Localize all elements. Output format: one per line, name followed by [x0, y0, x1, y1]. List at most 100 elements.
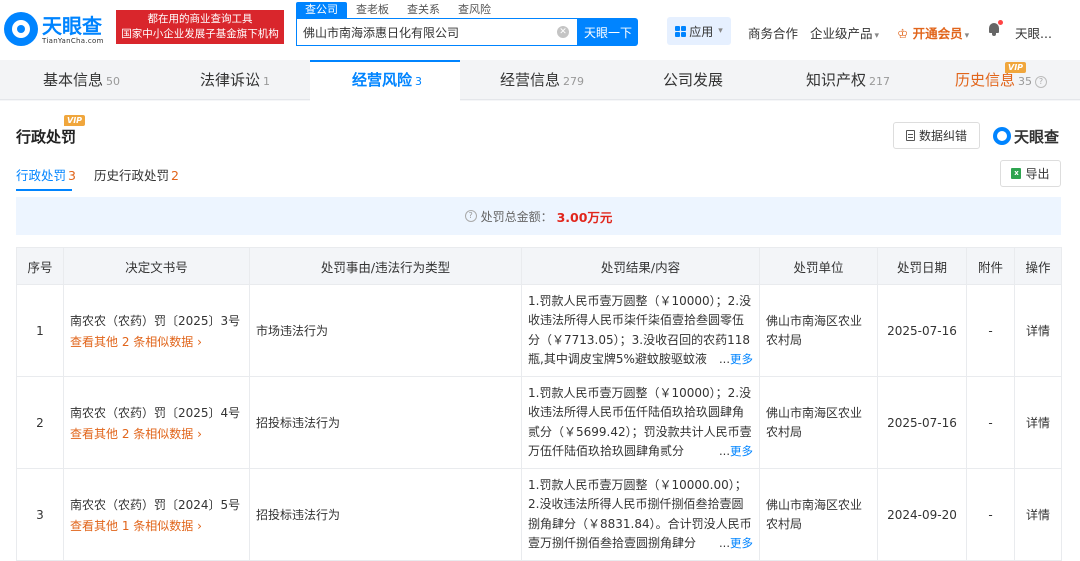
column-header: 决定文书号 — [63, 247, 250, 285]
clear-icon[interactable]: ✕ — [557, 26, 569, 38]
tab-count: 217 — [869, 75, 891, 88]
search-tab-relation[interactable]: 查关系 — [398, 2, 449, 18]
tab-basic-info[interactable]: 基本信息 50 — [43, 60, 120, 100]
tab-count: 35 — [1018, 75, 1033, 88]
tab-development[interactable]: 公司发展 — [663, 60, 723, 100]
table-header-row: 序号 决定文书号 处罚事由/违法行为类型 处罚结果/内容 处罚单位 处罚日期 附… — [16, 247, 1062, 285]
tab-count: 3 — [415, 75, 423, 88]
data-correction-button[interactable]: 数据纠错 — [893, 122, 980, 149]
tab-ip[interactable]: 知识产权 217 — [806, 60, 890, 100]
watermark-name: 天眼查 — [1014, 127, 1060, 146]
attachment-cell: - — [966, 376, 1015, 469]
row-index: 2 — [16, 376, 64, 469]
attachment-cell: - — [966, 284, 1015, 377]
penalty-panel: 行政处罚 VIP 数据纠错 天眼查 行政处罚 3 历史行政处罚 2 x 导出 ? 处… — [0, 101, 1080, 561]
date-cell: 2024-09-20 — [877, 468, 967, 561]
subtab-label: 历史行政处罚 — [93, 168, 169, 183]
vip-label: 开通会员 — [912, 26, 963, 41]
tab-legal[interactable]: 法律诉讼 1 — [200, 60, 270, 100]
penalty-table: 序号 决定文书号 处罚事由/违法行为类型 处罚结果/内容 处罚单位 处罚日期 附… — [16, 247, 1062, 561]
unit-cell: 佛山市南海区农业农村局 — [759, 376, 878, 469]
subtab-admin-penalty[interactable]: 行政处罚 3 — [16, 165, 76, 185]
column-header: 处罚单位 — [759, 247, 878, 285]
search-tab-company[interactable]: 查公司 — [296, 2, 347, 18]
row-index: 3 — [16, 468, 64, 561]
reason-cell: 招投标违法行为 — [249, 468, 522, 561]
data-correction-label: 数据纠错 — [918, 129, 967, 143]
enterprise-label: 企业级产品 — [810, 26, 873, 41]
vip-menu[interactable]: ♔ 开通会员 ▾ — [897, 23, 969, 42]
chevron-down-icon: ▾ — [874, 31, 880, 41]
tab-label: 知识产权 — [806, 71, 867, 89]
subtab-history-penalty[interactable]: 历史行政处罚 2 — [94, 165, 179, 185]
similar-data-link[interactable]: 查看其他 2 条相似数据 › — [70, 427, 202, 441]
summary-amount: 3.00万元 — [556, 209, 613, 225]
chevron-down-icon: ▾ — [964, 31, 970, 41]
penalty-summary: ? 处罚总金额： 3.00万元 — [16, 197, 1061, 235]
date-cell: 2025-07-16 — [877, 376, 967, 469]
doc-number[interactable]: 南农农（农药）罚〔2024〕5号 — [70, 496, 243, 513]
tab-business-risk[interactable]: 经营风险 3 — [352, 60, 422, 100]
more-link[interactable]: ...更多 — [705, 533, 753, 553]
detail-link[interactable]: 详情 — [1014, 376, 1062, 469]
tab-history[interactable]: 历史信息 35? — [955, 60, 1048, 100]
column-header: 处罚结果/内容 — [521, 247, 760, 285]
info-icon: ? — [464, 210, 477, 222]
search-button[interactable]: 天眼一下 — [578, 18, 638, 46]
notification-dot — [998, 20, 1003, 25]
search-input[interactable] — [303, 19, 548, 45]
tianyancha-logo[interactable]: 天眼查 TianYanCha.com — [4, 10, 114, 50]
search-type-tabs: 查公司 查老板 查关系 查风险 — [296, 2, 500, 18]
search-tab-boss[interactable]: 查老板 — [347, 2, 398, 18]
doc-number-cell: 南农农（农药）罚〔2025〕4号 查看其他 2 条相似数据 › — [63, 376, 250, 469]
summary-label: 处罚总金额： — [480, 209, 553, 224]
watermark-logo: 天眼查 — [993, 125, 1059, 147]
slogan-banner: 都在用的商业查询工具 国家中小企业发展子基金旗下机构 — [116, 10, 284, 44]
detail-link[interactable]: 详情 — [1014, 284, 1062, 377]
more-link[interactable]: ...更多 — [705, 349, 753, 369]
search-tab-risk[interactable]: 查风险 — [449, 2, 500, 18]
enterprise-menu[interactable]: 企业级产品 ▾ — [810, 23, 879, 42]
slogan-line-1: 都在用的商业查询工具 — [147, 13, 253, 25]
doc-number[interactable]: 南农农（农药）罚〔2025〕3号 — [70, 312, 243, 329]
content-cell: 1.罚款人民币壹万圆整（￥10000）；2.没收违法所得人民币伍仟陆佰玖拾玖圆肆… — [521, 376, 760, 469]
content-cell: 1.罚款人民币壹万圆整（￥10000.00）；2.没收违法所得人民币捌仟捌佰叁拾… — [521, 468, 760, 561]
vip-badge: VIP — [1005, 62, 1027, 73]
tab-business-info[interactable]: 经营信息 279 — [500, 60, 584, 100]
search-box: ✕ — [296, 18, 578, 46]
row-index: 1 — [16, 284, 64, 377]
tab-label: 基本信息 — [43, 71, 104, 89]
user-menu[interactable]: 天眼... — [1015, 23, 1052, 42]
similar-data-link[interactable]: 查看其他 1 条相似数据 › — [70, 519, 202, 533]
grid-icon — [675, 25, 687, 37]
document-icon — [905, 130, 915, 141]
doc-number-cell: 南农农（农药）罚〔2025〕3号 查看其他 2 条相似数据 › — [63, 284, 250, 377]
export-button[interactable]: x 导出 — [1000, 160, 1061, 187]
app-menu-button[interactable]: 应用 ▾ — [667, 17, 731, 45]
eye-logo-icon — [993, 127, 1011, 145]
eye-logo-icon — [4, 12, 38, 46]
similar-data-link[interactable]: 查看其他 2 条相似数据 › — [70, 335, 202, 349]
column-header: 附件 — [966, 247, 1015, 285]
content-cell: 1.罚款人民币壹万圆整（￥10000）；2.没收违法所得人民币柒仟柒佰壹拾叁圆零… — [521, 284, 760, 377]
crown-icon: ♔ — [897, 26, 909, 41]
doc-number[interactable]: 南农农（农药）罚〔2025〕4号 — [70, 404, 243, 421]
business-link[interactable]: 商务合作 — [748, 23, 798, 42]
bell-icon[interactable] — [988, 23, 1000, 36]
help-icon[interactable]: ? — [1035, 76, 1048, 88]
attachment-cell: - — [966, 468, 1015, 561]
doc-number-cell: 南农农（农药）罚〔2024〕5号 查看其他 1 条相似数据 › — [63, 468, 250, 561]
unit-cell: 佛山市南海区农业农村局 — [759, 468, 878, 561]
unit-cell: 佛山市南海区农业农村局 — [759, 284, 878, 377]
detail-link[interactable]: 详情 — [1014, 468, 1062, 561]
excel-icon: x — [1011, 168, 1022, 179]
logo-name: 天眼查 — [42, 14, 102, 38]
tab-count: 50 — [106, 75, 121, 88]
chevron-down-icon: ▾ — [718, 26, 723, 36]
section-title: 行政处罚 — [16, 128, 77, 146]
date-cell: 2025-07-16 — [877, 284, 967, 377]
tab-label: 公司发展 — [663, 71, 724, 89]
more-link[interactable]: ...更多 — [705, 441, 753, 461]
logo-subname: TianYanCha.com — [42, 37, 104, 45]
tab-count: 1 — [263, 75, 271, 88]
